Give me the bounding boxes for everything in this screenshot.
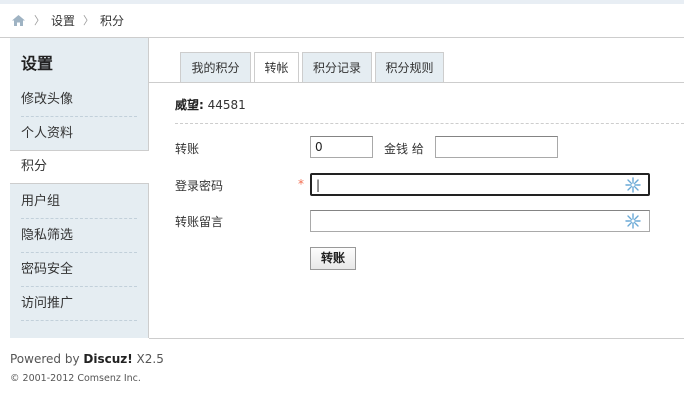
tab-transfer[interactable]: 转帐 — [254, 52, 299, 83]
sidebar-item-label: 用户组 — [21, 194, 61, 209]
sidebar-item-label: 修改头像 — [21, 92, 74, 107]
tabs-divider — [149, 82, 684, 83]
tab-credit-rules[interactable]: 积分规则 — [375, 52, 444, 82]
amount-input[interactable]: 0 — [310, 136, 373, 158]
password-input[interactable]: | — [310, 173, 650, 196]
recipient-input[interactable] — [435, 136, 558, 158]
password-label: 登录密码 — [175, 179, 224, 193]
breadcrumb-item-settings[interactable]: 设置 — [51, 12, 75, 29]
home-icon[interactable] — [11, 14, 26, 27]
content-bottom-divider — [149, 338, 684, 339]
transfer-label: 转账 — [175, 142, 200, 156]
sidebar-item-label: 隐私筛选 — [21, 228, 74, 243]
message-label: 转账留言 — [175, 215, 224, 229]
sidebar-item-privacy[interactable]: 隐私筛选 — [10, 219, 148, 253]
prestige-info: 威望: 44581 — [175, 96, 246, 113]
prestige-value: 44581 — [207, 98, 246, 112]
sidebar-item-label: 个人资料 — [21, 126, 74, 141]
powered-by: Powered by Discuz! X2.5 — [10, 352, 164, 366]
product-version: X2.5 — [132, 352, 164, 366]
powered-prefix: Powered by — [10, 352, 84, 366]
sidebar-item-usergroup[interactable]: 用户组 — [10, 185, 148, 219]
breadcrumb-separator: 〉 — [34, 14, 45, 27]
top-strip — [0, 0, 684, 4]
sidebar-item-credits[interactable]: 积分 — [10, 150, 149, 184]
transfer-submit-button[interactable]: 转账 — [310, 247, 356, 270]
product-link[interactable]: Discuz! — [83, 352, 132, 366]
breadcrumb: 〉 设置 〉 积分 — [11, 12, 124, 28]
sidebar-item-password[interactable]: 密码安全 — [10, 253, 148, 287]
tab-credit-log[interactable]: 积分记录 — [302, 52, 372, 82]
breadcrumb-item-credits[interactable]: 积分 — [100, 12, 124, 29]
sidebar-item-avatar[interactable]: 修改头像 — [10, 83, 148, 117]
sidebar-item-profile[interactable]: 个人资料 — [10, 117, 148, 151]
copyright: © 2001-2012 Comsenz Inc. — [10, 373, 141, 384]
section-divider — [175, 123, 684, 124]
prestige-label: 威望: — [175, 98, 204, 112]
currency-text: 金钱 给 — [384, 142, 424, 156]
tab-my-credits[interactable]: 我的积分 — [180, 52, 251, 82]
sidebar-item-label: 密码安全 — [21, 262, 74, 277]
keyboard-icon[interactable] — [625, 213, 641, 229]
keyboard-icon[interactable] — [625, 177, 641, 193]
sidebar: 设置 修改头像 个人资料 积分 用户组 隐私筛选 密码安全 访问推广 — [10, 38, 149, 338]
sidebar-item-label: 积分 — [21, 159, 48, 174]
sidebar-item-promotion[interactable]: 访问推广 — [10, 287, 148, 321]
message-input[interactable] — [310, 210, 650, 232]
sidebar-title: 设置 — [21, 54, 54, 73]
breadcrumb-separator: 〉 — [83, 14, 95, 27]
sidebar-item-label: 访问推广 — [21, 296, 74, 311]
required-mark: * — [298, 177, 304, 191]
